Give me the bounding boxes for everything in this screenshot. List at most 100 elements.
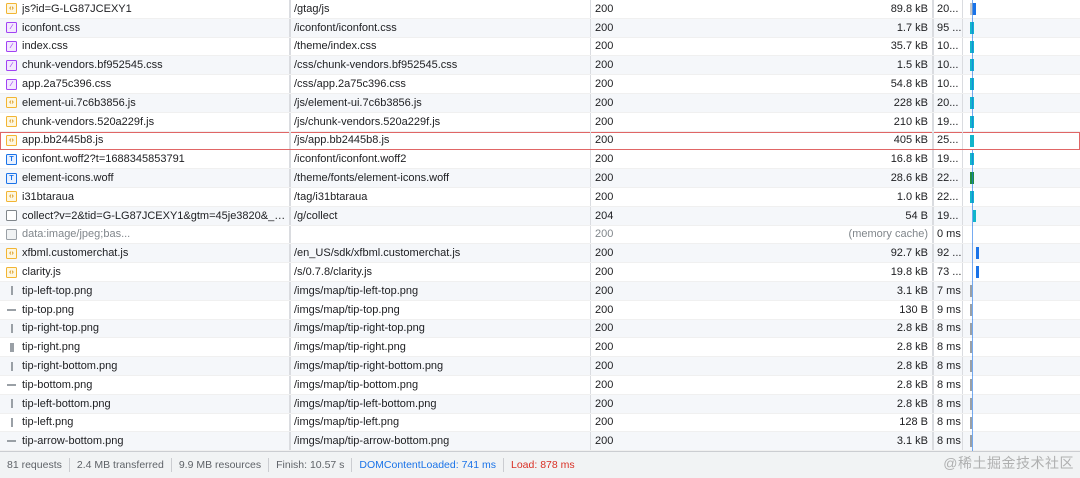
request-name: tip-left-bottom.png [22,397,111,410]
request-row[interactable]: ∕ index.css/theme/index.css 35.7 kB 200 10..… [0,37,1080,57]
request-name-cell[interactable]: ‹› xfbml.customerchat.js [0,244,290,263]
request-status: 200 [595,172,614,185]
request-status: 200 [595,322,614,335]
request-time: 19... [933,112,963,131]
request-row[interactable]: tip-left-bottom.png/imgs/map/tip-left-bo… [0,394,1080,414]
request-name: tip-right.png [22,341,81,354]
request-name-cell[interactable]: data:image/jpeg;bas... [0,225,290,244]
request-waterfall [963,395,1080,413]
request-name-cell[interactable]: ‹› app.bb2445b8.js [0,131,290,150]
js-file-icon: ‹› [6,266,17,278]
finish-time: Finish: 10.57 s [269,458,353,472]
request-row[interactable]: ‹› chunk-vendors.520a229f.js/js/chunk-ven… [0,112,1080,132]
request-row[interactable]: ‹› xfbml.customerchat.js/en_US/sdk/xfbml.… [0,244,1080,264]
request-path: /css/chunk-vendors.bf952545.css [290,56,591,75]
request-row[interactable]: tip-left-top.png/imgs/map/tip-left-top.p… [0,282,1080,301]
request-name: clarity.js [22,266,61,279]
request-name-cell[interactable]: ‹› clarity.js [0,263,290,281]
request-path: /iconfont/iconfont.woff2 [290,150,591,169]
request-row[interactable]: collect?v=2&tid=G-LG87JCEXY1&gtm=45je382… [0,206,1080,226]
waterfall-bar [976,266,979,279]
request-status: 200 [595,59,614,72]
request-waterfall [963,244,1080,262]
request-status: 200 [595,341,614,354]
request-name-cell[interactable]: collect?v=2&tid=G-LG87JCEXY1&gtm=45je382… [0,206,290,225]
request-name-cell[interactable]: tip-right.png [0,338,290,357]
request-name-cell[interactable]: ‹› element-ui.7c6b3856.js [0,94,290,112]
request-name: tip-arrow-bottom.png [22,435,124,448]
request-status: 200 [595,378,614,391]
request-name: tip-bottom.png [22,378,93,391]
request-name-cell[interactable]: tip-arrow-bottom.png [0,432,290,451]
request-name-cell[interactable]: ‹› chunk-vendors.520a229f.js [0,112,290,131]
request-row[interactable]: ∕ iconfont.css/iconfont/iconfont.css 1.7 k… [0,18,1080,38]
request-name-cell[interactable]: tip-left.png [0,413,290,432]
request-row[interactable]: Telement-icons.woff/theme/fonts/element-… [0,169,1080,188]
request-name-cell[interactable]: ‹› js?id=G-LG87JCEXY1 [0,0,290,18]
request-time: 0 ms [933,225,963,244]
request-name: xfbml.customerchat.js [22,247,129,260]
request-name-cell[interactable]: tip-top.png [0,300,290,319]
request-name-cell[interactable]: Ticonfont.woff2?t=1688345853791 [0,150,290,169]
request-row[interactable]: tip-bottom.png/imgs/map/tip-bottom.png 2.… [0,376,1080,395]
request-name: index.css [22,40,68,53]
request-count: 81 requests [0,458,70,472]
request-path: /js/app.bb2445b8.js [290,131,591,150]
request-row[interactable]: tip-right-top.png/imgs/map/tip-right-top… [0,319,1080,339]
request-status: 200 [595,153,614,166]
request-row[interactable]: ‹› i31btaraua/tag/i31btaraua 1.0 kB 200 22..… [0,188,1080,207]
request-waterfall [963,320,1080,338]
js-file-icon: ‹› [6,134,17,146]
request-row[interactable]: tip-arrow-bottom.png/imgs/map/tip-arrow-… [0,432,1080,452]
request-row[interactable]: ‹› js?id=G-LG87JCEXY1/gtag/js 89.8 kB 200 20… [0,0,1080,19]
request-time: 9 ms [933,300,963,319]
request-row[interactable]: tip-top.png/imgs/map/tip-top.png 130 B 200… [0,300,1080,320]
request-time: 7 ms [933,282,963,300]
request-name: js?id=G-LG87JCEXY1 [22,2,132,15]
request-row[interactable]: ∕ chunk-vendors.bf952545.css/css/chunk-ve… [0,56,1080,76]
request-waterfall [963,301,1080,319]
request-row[interactable]: Ticonfont.woff2?t=1688345853791/iconfont… [0,150,1080,170]
request-path: /imgs/map/tip-arrow-bottom.png [290,432,591,451]
font-file-icon: T [6,172,17,184]
request-name-cell[interactable]: tip-right-bottom.png [0,357,290,375]
resources-size: 9.9 MB resources [172,458,270,472]
request-path: /theme/index.css [290,37,591,56]
request-name: chunk-vendors.bf952545.css [22,59,163,72]
request-name: data:image/jpeg;bas... [22,228,131,241]
request-path [290,225,591,244]
request-name-cell[interactable]: ‹› i31btaraua [0,188,290,206]
request-row[interactable]: ∕ app.2a75c396.css/css/app.2a75c396.css 54… [0,75,1080,94]
request-row[interactable]: ‹› app.bb2445b8.js/js/app.bb2445b8.js 405 … [0,131,1080,151]
request-name-cell[interactable]: tip-right-top.png [0,319,290,338]
request-row[interactable]: data:image/jpeg;bas... (memory cache) 200 0… [0,225,1080,245]
request-path: /imgs/map/tip-left.png [290,413,591,432]
request-name-cell[interactable]: ∕ chunk-vendors.bf952545.css [0,56,290,75]
request-row[interactable]: tip-right-bottom.png/imgs/map/tip-right-… [0,357,1080,376]
request-name-cell[interactable]: Telement-icons.woff [0,169,290,187]
request-status: 200 [595,96,614,109]
request-name-cell[interactable]: ∕ index.css [0,37,290,56]
request-row[interactable]: ‹› clarity.js/s/0.7.8/clarity.js 19.8 kB 20… [0,263,1080,282]
request-time: 8 ms [933,319,963,338]
request-name-cell[interactable]: tip-left-bottom.png [0,394,290,413]
request-time: 10... [933,37,963,56]
request-status: 200 [595,247,614,260]
request-path: /imgs/map/tip-top.png [290,300,591,319]
request-name-cell[interactable]: tip-left-top.png [0,282,290,300]
request-time: 73 ... [933,263,963,281]
request-time: 22... [933,169,963,187]
request-path: /iconfont/iconfont.css [290,18,591,37]
waterfall-bar [973,209,976,222]
request-time: 8 ms [933,376,963,394]
request-row[interactable]: ‹› element-ui.7c6b3856.js/js/element-ui.7… [0,94,1080,113]
request-waterfall [963,282,1080,300]
request-path: /css/app.2a75c396.css [290,75,591,93]
request-name-cell[interactable]: ∕ iconfont.css [0,18,290,37]
request-row[interactable]: tip-right.png/imgs/map/tip-right.png 2.8 … [0,338,1080,358]
request-waterfall [963,414,1080,432]
request-name-cell[interactable]: tip-bottom.png [0,376,290,394]
request-row[interactable]: tip-left.png/imgs/map/tip-left.png 128 B2… [0,413,1080,433]
request-name-cell[interactable]: ∕ app.2a75c396.css [0,75,290,93]
image-file-icon [6,379,17,390]
